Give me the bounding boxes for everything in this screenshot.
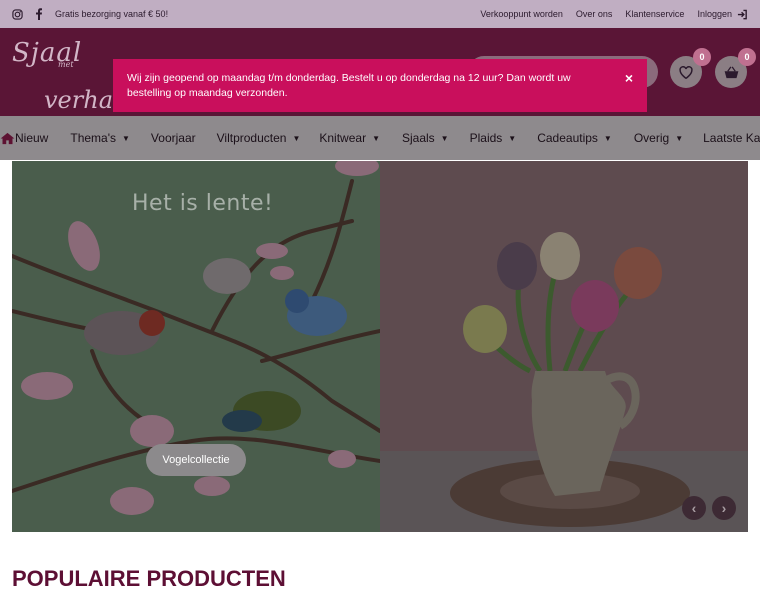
wishlist-button[interactable]: 0 [670,48,711,88]
nav-item-label: Thema's [70,131,116,145]
logo-line-2: met [58,60,74,69]
nav-item-label: Laatste Kans! [703,131,760,145]
nav-item-cadeautips[interactable]: Cadeautips ▼ [537,131,612,145]
nav-item-label: Overig [633,131,670,145]
top-bar: Gratis bezorging vanaf € 50! Verkooppunt… [0,0,760,28]
vogelcollectie-button[interactable]: Vogelcollectie [146,444,246,476]
heart-icon [679,65,693,79]
tulips-illustration [380,161,748,532]
slider-next-button[interactable]: › [712,496,736,520]
opening-hours-notice: Wij zijn geopend op maandag t/m donderda… [113,59,647,112]
slide-birds-image: Het is lente! Vogelcollectie [12,161,380,532]
nav-item-label: Voorjaar [150,131,196,145]
hero-slider: Het is lente! Vogelcollectie ‹ › [12,161,748,532]
basket-icon [724,66,739,79]
nav-item-label: Knitwear [319,131,367,145]
cart-button[interactable]: 0 [715,48,756,88]
nav-item-voorjaar[interactable]: Voorjaar [151,131,196,145]
slide-tulips-image [380,161,748,532]
slider-prev-button[interactable]: ‹ [682,496,706,520]
birds-illustration [12,161,380,532]
login-label: Inloggen [697,9,732,19]
slide-heading: Het is lente! [132,191,274,216]
nav-item-label: Nieuw [15,131,49,145]
chevron-down-icon: ▼ [292,133,301,143]
nav-item-label: Plaids [469,131,503,145]
wishlist-count-badge: 0 [693,48,711,66]
section-title: POPULAIRE PRODUCTEN [12,566,286,591]
nav-item-themas[interactable]: Thema's ▼ [70,131,130,145]
nav-item-nieuw[interactable]: Nieuw [15,131,48,145]
close-icon[interactable]: × [621,71,637,87]
chevron-down-icon: ▼ [440,133,449,143]
nav-item-plaids[interactable]: Plaids ▼ [470,131,517,145]
shipping-notice: Gratis bezorging vanaf € 50! [55,9,169,19]
nav-item-label: Viltproducten [216,131,287,145]
nav-item-overig[interactable]: Overig ▼ [634,131,683,145]
chevron-down-icon: ▼ [603,133,612,143]
chevron-down-icon: ▼ [122,133,130,143]
nav-item-label: Sjaals [401,131,435,145]
login-icon [737,9,748,20]
nav-item-sjaals[interactable]: Sjaals ▼ [402,131,449,145]
nav-item-viltproducten[interactable]: Viltproducten ▼ [217,131,301,145]
facebook-icon[interactable] [33,8,45,20]
nav-item-laatste-kans[interactable]: Laatste Kans! [703,131,760,145]
link-over-ons[interactable]: Over ons [576,9,613,19]
link-verkooppunt[interactable]: Verkooppunt worden [480,9,563,19]
cart-count-badge: 0 [738,48,756,66]
notice-text: Wij zijn geopend op maandag t/m donderda… [127,72,571,99]
chevron-down-icon: ▼ [675,133,684,143]
nav-item-knitwear[interactable]: Knitwear ▼ [319,131,380,145]
site-logo[interactable]: Sjaal met verhaal [12,38,135,114]
chevron-down-icon: ▼ [372,133,380,143]
link-klantenservice[interactable]: Klantenservice [625,9,684,19]
main-nav: Nieuw Thema's ▼ Voorjaar Viltproducten ▼ K… [0,116,760,160]
chevron-down-icon: ▼ [508,133,517,143]
login-link[interactable]: Inloggen [697,9,748,20]
home-icon[interactable] [0,132,15,145]
instagram-icon[interactable] [11,8,23,20]
nav-item-label: Cadeautips [537,131,598,145]
